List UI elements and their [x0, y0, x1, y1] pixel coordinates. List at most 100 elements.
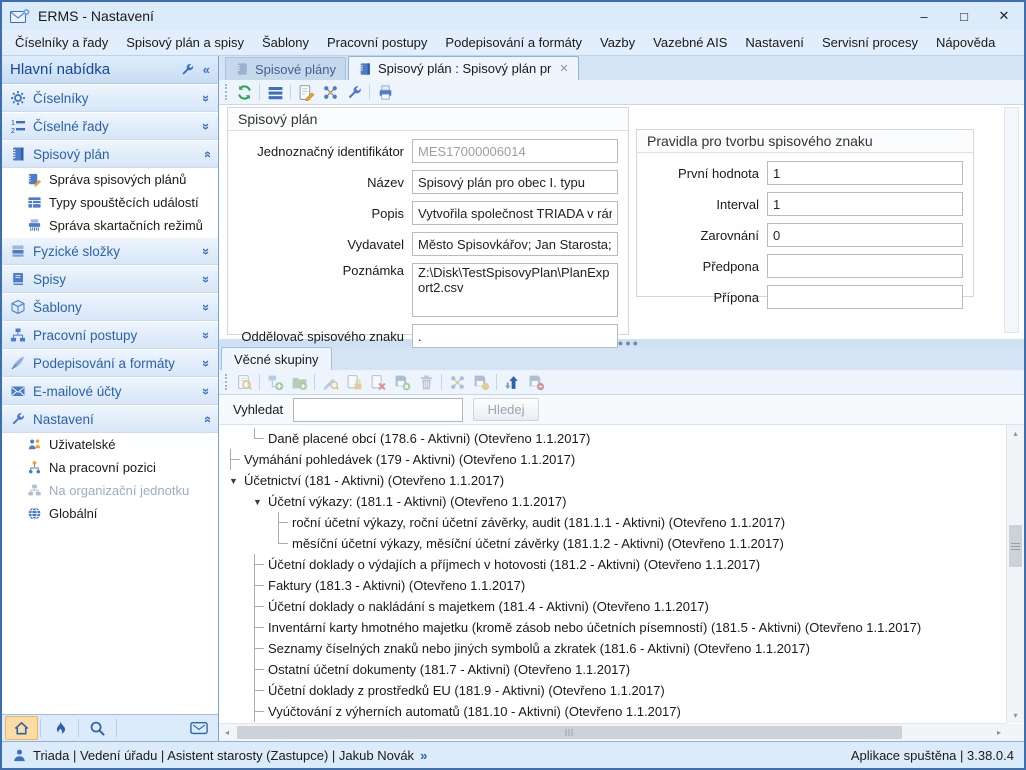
sidebar-item-globalni[interactable]: Globální	[2, 502, 218, 525]
search-input[interactable]	[293, 398, 463, 422]
edit-document-icon[interactable]	[297, 83, 315, 101]
user-switch-chevron[interactable]: »	[420, 748, 427, 763]
sidebar-group-nastaveni[interactable]: Nastavení »	[2, 405, 218, 433]
suffix-field[interactable]	[767, 285, 963, 309]
menu-napoveda[interactable]: Nápověda	[927, 31, 1004, 55]
tree-row[interactable]: Vymáhání pohledávek (179 - Aktivni) (Ote…	[219, 449, 1024, 470]
menu-nastaveni[interactable]: Nastavení	[736, 31, 813, 55]
tab-spisovy-plan-detail[interactable]: Spisový plán : Spisový plán pr ✕	[348, 56, 579, 80]
sidebar-item-label: Na organizační jednotku	[49, 483, 189, 498]
note-field[interactable]: Z:\Disk\TestSpisovyPlan\PlanExport2.csv	[412, 263, 618, 317]
collapse-panel-icon[interactable]: «	[203, 62, 210, 77]
tab-spisove-plany[interactable]: Spisové plány	[225, 57, 346, 80]
sidebar-group-spisovy-plan[interactable]: Spisový plán »	[2, 140, 218, 168]
menu-sablony[interactable]: Šablony	[253, 31, 318, 55]
scrollbar-track[interactable]	[235, 724, 991, 741]
list-icon[interactable]	[266, 83, 284, 101]
relations-icon[interactable]	[448, 373, 466, 391]
tree-row[interactable]: měsíční účetní výkazy, měsíční účetní zá…	[219, 533, 1024, 554]
scroll-right-icon[interactable]: ▸	[991, 728, 1007, 737]
menu-pracovni-postupy[interactable]: Pracovní postupy	[318, 31, 436, 55]
close-button[interactable]: ✕	[984, 2, 1024, 30]
sidebar-item-sprava-skartacnich-rezimu[interactable]: Správa skartačních režimů	[2, 214, 218, 237]
save-remove-icon[interactable]	[527, 373, 545, 391]
menu-servisni-procesy[interactable]: Servisní procesy	[813, 31, 927, 55]
tab-close-icon[interactable]: ✕	[559, 62, 568, 75]
sidebar-item-na-pracovni-pozici[interactable]: Na pracovní pozici	[2, 456, 218, 479]
sidebar-group-fyzicke-slozky[interactable]: Fyzické složky »	[2, 237, 218, 265]
sidebar-item-sprava-spisovych-planu[interactable]: Správa spisových plánů	[2, 168, 218, 191]
maximize-button[interactable]: □	[944, 2, 984, 30]
menu-vazebne-ais[interactable]: Vazebné AIS	[644, 31, 736, 55]
tree-row[interactable]: Účetní doklady o výdajích a příjmech v h…	[219, 554, 1024, 575]
prefix-field[interactable]	[767, 254, 963, 278]
identifier-field[interactable]	[412, 139, 618, 163]
tab-vecne-skupiny[interactable]: Věcné skupiny	[221, 347, 332, 370]
minimize-button[interactable]: –	[904, 2, 944, 30]
scrollbar-thumb-grip[interactable]	[1009, 525, 1022, 567]
refresh-icon[interactable]	[235, 83, 253, 101]
vertical-scrollbar[interactable]: ▴ ▾	[1006, 425, 1024, 723]
sidebar-group-emailove-ucty[interactable]: E-mailové účty »	[2, 377, 218, 405]
scrollbar-thumb[interactable]	[237, 726, 902, 739]
move-up-icon[interactable]	[503, 373, 521, 391]
publisher-field[interactable]	[412, 232, 618, 256]
sidebar-group-pracovni-postupy[interactable]: Pracovní postupy »	[2, 321, 218, 349]
first-value-field[interactable]	[767, 161, 963, 185]
scroll-down-icon[interactable]: ▾	[1007, 707, 1024, 723]
search-button[interactable]	[81, 716, 114, 740]
home-button[interactable]	[5, 716, 38, 740]
sidebar-item-uzivatelske[interactable]: Uživatelské	[2, 433, 218, 456]
separator-field[interactable]	[412, 324, 618, 348]
expander-icon[interactable]: ▼	[253, 497, 268, 507]
lock-document-icon[interactable]	[345, 373, 363, 391]
sidebar-group-podepisovani-a-formaty[interactable]: Podepisování a formáty »	[2, 349, 218, 377]
main-toolbar	[219, 80, 1024, 105]
tree-row[interactable]: Faktury (181.3 - Aktivni) (Otevřeno 1.1.…	[219, 575, 1024, 596]
expander-icon[interactable]: ▼	[229, 476, 244, 486]
edit-search-icon[interactable]	[321, 373, 339, 391]
description-field[interactable]	[412, 201, 618, 225]
delete-trash-icon[interactable]	[417, 373, 435, 391]
form-scrollbar[interactable]	[1004, 107, 1019, 333]
remove-document-icon[interactable]	[369, 373, 387, 391]
interval-field[interactable]	[767, 192, 963, 216]
scroll-left-icon[interactable]: ◂	[219, 728, 235, 737]
search-submit-button[interactable]: Hledej	[473, 398, 539, 421]
scroll-up-icon[interactable]: ▴	[1007, 425, 1024, 441]
tree-row[interactable]: ▼Účetnictví (181 - Aktivni) (Otevřeno 1.…	[219, 470, 1024, 491]
deactivate-icon[interactable]	[393, 373, 411, 391]
relations-icon[interactable]	[321, 83, 339, 101]
tree-row[interactable]: Účetní doklady o nakládání s majetkem (1…	[219, 596, 1024, 617]
tools-wrench-icon[interactable]	[180, 62, 195, 77]
alignment-field[interactable]	[767, 223, 963, 247]
toolbar-separator	[314, 374, 315, 390]
save-export-icon[interactable]	[472, 373, 490, 391]
tree-row[interactable]: Účetní doklady z prostředků EU (181.9 - …	[219, 680, 1024, 701]
menu-podepisovani-a-formaty[interactable]: Podepisování a formáty	[436, 31, 591, 55]
tree-row[interactable]: Daně placené obcí (178.6 - Aktivni) (Ote…	[219, 428, 1024, 449]
menu-ciselniky-a-rady[interactable]: Číselníky a řady	[6, 31, 117, 55]
messages-button[interactable]	[182, 716, 215, 740]
sidebar-group-ciselne-rady[interactable]: 12 Číselné řady »	[2, 112, 218, 140]
tree-row[interactable]: roční účetní výkazy, roční účetní závěrk…	[219, 512, 1024, 533]
menu-spisovy-plan-a-spisy[interactable]: Spisový plán a spisy	[117, 31, 253, 55]
tree-row[interactable]: Inventární karty hmotného majetku (kromě…	[219, 617, 1024, 638]
preview-icon[interactable]	[235, 373, 253, 391]
sidebar-group-ciselniky[interactable]: Číselníky »	[2, 84, 218, 112]
sidebar-group-sablony[interactable]: Šablony »	[2, 293, 218, 321]
flame-button[interactable]	[43, 716, 76, 740]
menu-vazby[interactable]: Vazby	[591, 31, 644, 55]
horizontal-scrollbar[interactable]: ◂ ▸	[219, 723, 1007, 741]
add-child-group-icon[interactable]	[266, 373, 284, 391]
name-field[interactable]	[412, 170, 618, 194]
settings-wrench-icon[interactable]	[345, 83, 363, 101]
tree-row[interactable]: ▼Účetní výkazy: (181.1 - Aktivni) (Otevř…	[219, 491, 1024, 512]
tree-row[interactable]: Ostatní účetní dokumenty (181.7 - Aktivn…	[219, 659, 1024, 680]
sidebar-group-spisy[interactable]: Spisy »	[2, 265, 218, 293]
sidebar-item-typy-spoustecich-udalosti[interactable]: Typy spouštěcích událostí	[2, 191, 218, 214]
print-icon[interactable]	[376, 83, 394, 101]
tree-row[interactable]: Seznamy číselných znaků nebo jiných symb…	[219, 638, 1024, 659]
add-group-icon[interactable]	[290, 373, 308, 391]
tree-row[interactable]: Vyúčtování z výherních automatů (181.10 …	[219, 701, 1024, 722]
